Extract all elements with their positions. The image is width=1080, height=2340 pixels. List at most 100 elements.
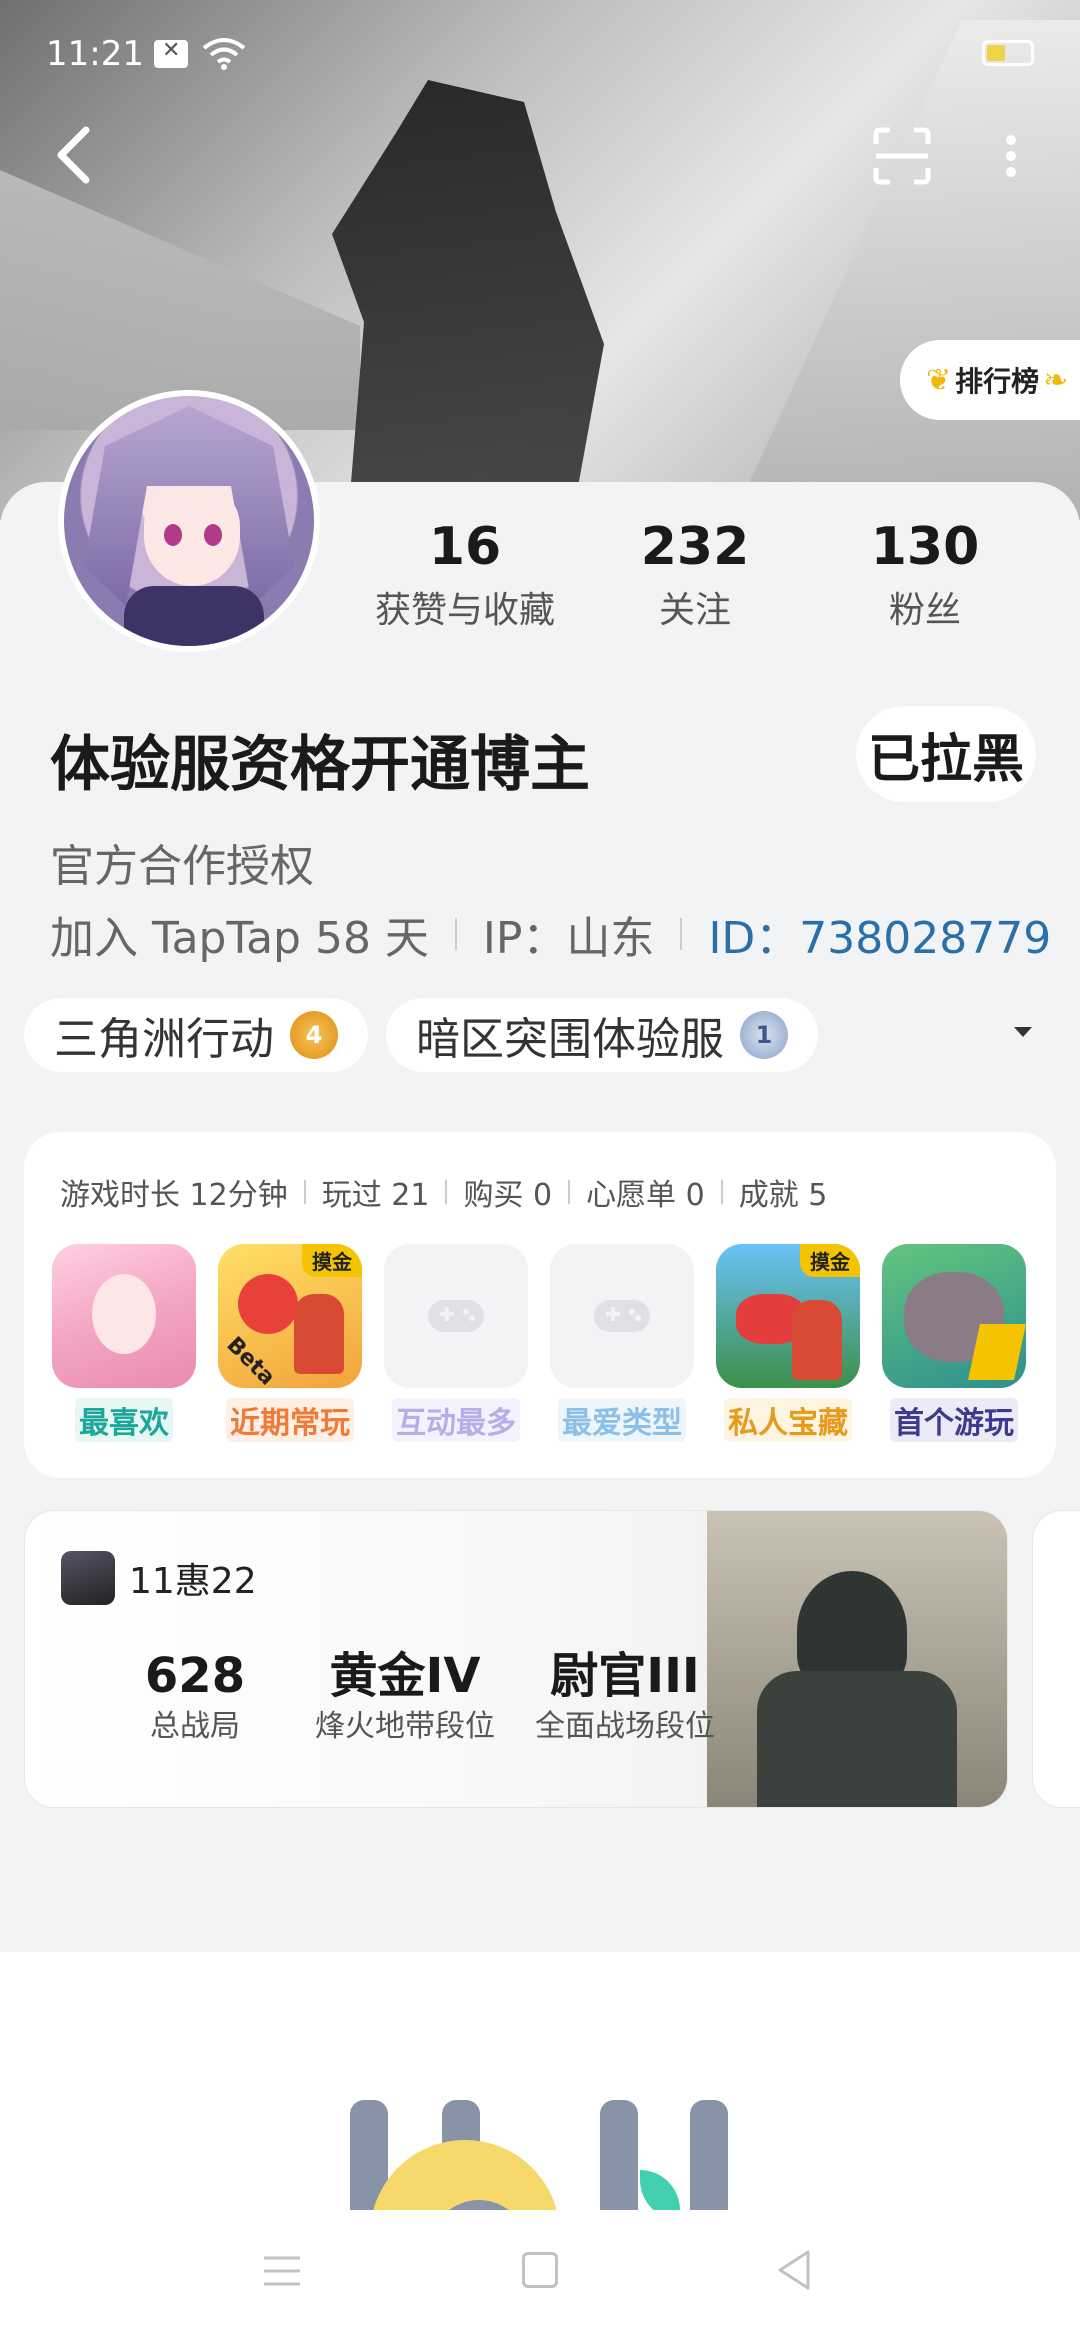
stat-label: 粉丝 bbox=[888, 590, 961, 631]
divider bbox=[445, 1180, 448, 1204]
game-tile-genre[interactable]: 最爱类型 bbox=[550, 1244, 694, 1442]
stat-label: 获赞与收藏 bbox=[374, 590, 555, 631]
home-icon[interactable] bbox=[522, 2252, 558, 2288]
system-nav-bar bbox=[0, 2220, 1080, 2340]
stat-rank-warfare: 尉官III 全面战场段位 bbox=[515, 1651, 735, 1745]
tile-label: 最爱类型 bbox=[558, 1398, 686, 1442]
divider bbox=[680, 918, 683, 950]
game-character-art bbox=[707, 1511, 1007, 1807]
game-icon: 摸金 bbox=[716, 1244, 860, 1388]
loading-illustration bbox=[350, 2100, 730, 2210]
illustration-sun bbox=[370, 2140, 560, 2210]
corner-tag: 摸金 bbox=[800, 1244, 860, 1277]
game-tile-interaction[interactable]: 互动最多 bbox=[384, 1244, 528, 1442]
profile-name: 体验服资格开通博主 bbox=[50, 730, 590, 800]
status-time: 11:21 bbox=[46, 34, 144, 74]
next-game-stats-card[interactable] bbox=[1032, 1510, 1080, 1808]
play-time: 游戏时长 12分钟 bbox=[60, 1178, 288, 1213]
stat-following[interactable]: 232 关注 bbox=[580, 515, 810, 633]
game-icon bbox=[882, 1244, 1026, 1388]
nav-back-icon[interactable] bbox=[774, 2248, 814, 2292]
expand-tags-icon[interactable] bbox=[1012, 1024, 1034, 1040]
game-avatar-icon bbox=[61, 1551, 115, 1605]
game-icon bbox=[384, 1244, 528, 1388]
wifi-icon bbox=[202, 38, 246, 70]
stat-label: 烽火地带段位 bbox=[315, 1709, 495, 1744]
game-tile-recent[interactable]: 摸金 Beta 近期常玩 bbox=[218, 1244, 362, 1442]
game-stat-list: 628 总战局 黄金IV 烽火地带段位 尉官III 全面战场段位 bbox=[95, 1651, 735, 1745]
stat-label: 总战局 bbox=[150, 1709, 240, 1744]
blocked-button[interactable]: 已拉黑 bbox=[856, 706, 1036, 802]
gamepad-icon bbox=[428, 1300, 484, 1332]
played-count: 玩过 21 bbox=[321, 1178, 430, 1213]
illustration-bar bbox=[690, 2100, 728, 2210]
tile-label: 私人宝藏 bbox=[724, 1398, 852, 1442]
game-tag-label: 三角洲行动 bbox=[54, 1014, 274, 1065]
stat-value: 尉官III bbox=[550, 1648, 700, 1704]
stat-rank-hazard: 黄金IV 烽火地带段位 bbox=[295, 1651, 515, 1745]
illustration-bar bbox=[600, 2100, 638, 2210]
cover-art-figure bbox=[332, 80, 604, 520]
game-stats-header: 11惠22 bbox=[61, 1551, 257, 1605]
game-tags: 三角洲行动 4 暗区突围体验服 1 bbox=[24, 998, 836, 1072]
stat-followers[interactable]: 130 粉丝 bbox=[810, 515, 1040, 633]
back-button[interactable] bbox=[46, 120, 106, 190]
ip-location: IP：山东 bbox=[482, 913, 655, 964]
joined-days: 加入 TapTap 58 天 bbox=[50, 913, 429, 964]
achievements-count: 成就 5 bbox=[738, 1178, 828, 1213]
game-icon bbox=[550, 1244, 694, 1388]
leaderboard-label: 排行榜 bbox=[955, 365, 1040, 398]
stat-likes[interactable]: 16 获赞与收藏 bbox=[350, 515, 580, 633]
tile-label: 近期常玩 bbox=[226, 1398, 354, 1442]
illustration-leaf bbox=[640, 2170, 680, 2210]
profile-info-line: 加入 TapTap 58 天 IP：山东 ID：738028779 bbox=[50, 902, 1051, 966]
stat-total-matches: 628 总战局 bbox=[95, 1651, 295, 1745]
game-tag[interactable]: 暗区突围体验服 1 bbox=[386, 998, 818, 1072]
stat-value: 16 bbox=[428, 517, 502, 577]
purchased-count: 购买 0 bbox=[463, 1178, 553, 1213]
divider bbox=[303, 1180, 306, 1204]
level-badge-icon: 4 bbox=[290, 1011, 338, 1059]
recent-apps-icon[interactable] bbox=[262, 2254, 302, 2288]
battery-icon bbox=[982, 40, 1034, 66]
tile-label: 首个游玩 bbox=[890, 1398, 1018, 1442]
wishlist-count: 心愿单 0 bbox=[586, 1178, 705, 1213]
gamepad-icon bbox=[594, 1300, 650, 1332]
tile-label: 最喜欢 bbox=[75, 1398, 173, 1442]
game-stats-card[interactable]: 11惠22 628 总战局 黄金IV 烽火地带段位 尉官III 全面战场段位 bbox=[24, 1510, 1008, 1808]
tile-label: 互动最多 bbox=[392, 1398, 520, 1442]
leaderboard-button[interactable]: ❦ 排行榜 ❧ bbox=[900, 340, 1080, 420]
profile-description: 官方合作授权 bbox=[50, 841, 314, 892]
game-tag-label: 暗区突围体验服 bbox=[416, 1014, 724, 1065]
divider bbox=[720, 1180, 723, 1204]
divider bbox=[568, 1180, 571, 1204]
game-icon: 摸金 Beta bbox=[218, 1244, 362, 1388]
game-icon bbox=[52, 1244, 196, 1388]
game-tile-treasure[interactable]: 摸金 私人宝藏 bbox=[716, 1244, 860, 1442]
profile-stats: 16 获赞与收藏 232 关注 130 粉丝 bbox=[350, 515, 1050, 633]
game-tiles: 最喜欢 摸金 Beta 近期常玩 互动最多 最爱类型 摸金 私人宝藏 首个游玩 bbox=[52, 1244, 1048, 1442]
beta-tag: Beta bbox=[221, 1332, 280, 1388]
game-tile-first[interactable]: 首个游玩 bbox=[882, 1244, 1026, 1442]
laurel-icon: ❦ bbox=[926, 362, 952, 398]
stat-value: 黄金IV bbox=[329, 1648, 481, 1704]
level-badge-icon: 1 bbox=[740, 1011, 788, 1059]
status-bar: 11:21 bbox=[0, 0, 1080, 110]
no-sim-icon bbox=[154, 38, 188, 68]
avatar[interactable] bbox=[58, 390, 320, 652]
scan-button[interactable] bbox=[872, 126, 932, 186]
game-tag[interactable]: 三角洲行动 4 bbox=[24, 998, 368, 1072]
stat-value: 628 bbox=[144, 1648, 246, 1704]
games-card[interactable]: 游戏时长 12分钟 玩过 21 购买 0 心愿单 0 成就 5 最喜欢 摸金 B… bbox=[24, 1132, 1056, 1478]
user-id[interactable]: ID：738028779 bbox=[708, 902, 1051, 966]
stat-value: 232 bbox=[640, 517, 750, 577]
game-player-name: 11惠22 bbox=[129, 1561, 257, 1602]
laurel-icon: ❧ bbox=[1043, 362, 1069, 398]
stat-label: 关注 bbox=[658, 590, 731, 631]
games-summary: 游戏时长 12分钟 玩过 21 购买 0 心愿单 0 成就 5 bbox=[60, 1170, 827, 1214]
more-options-button[interactable] bbox=[996, 126, 1026, 186]
divider bbox=[454, 918, 457, 950]
stat-value: 130 bbox=[870, 517, 980, 577]
stat-label: 全面战场段位 bbox=[535, 1709, 715, 1744]
game-tile-favorite[interactable]: 最喜欢 bbox=[52, 1244, 196, 1442]
